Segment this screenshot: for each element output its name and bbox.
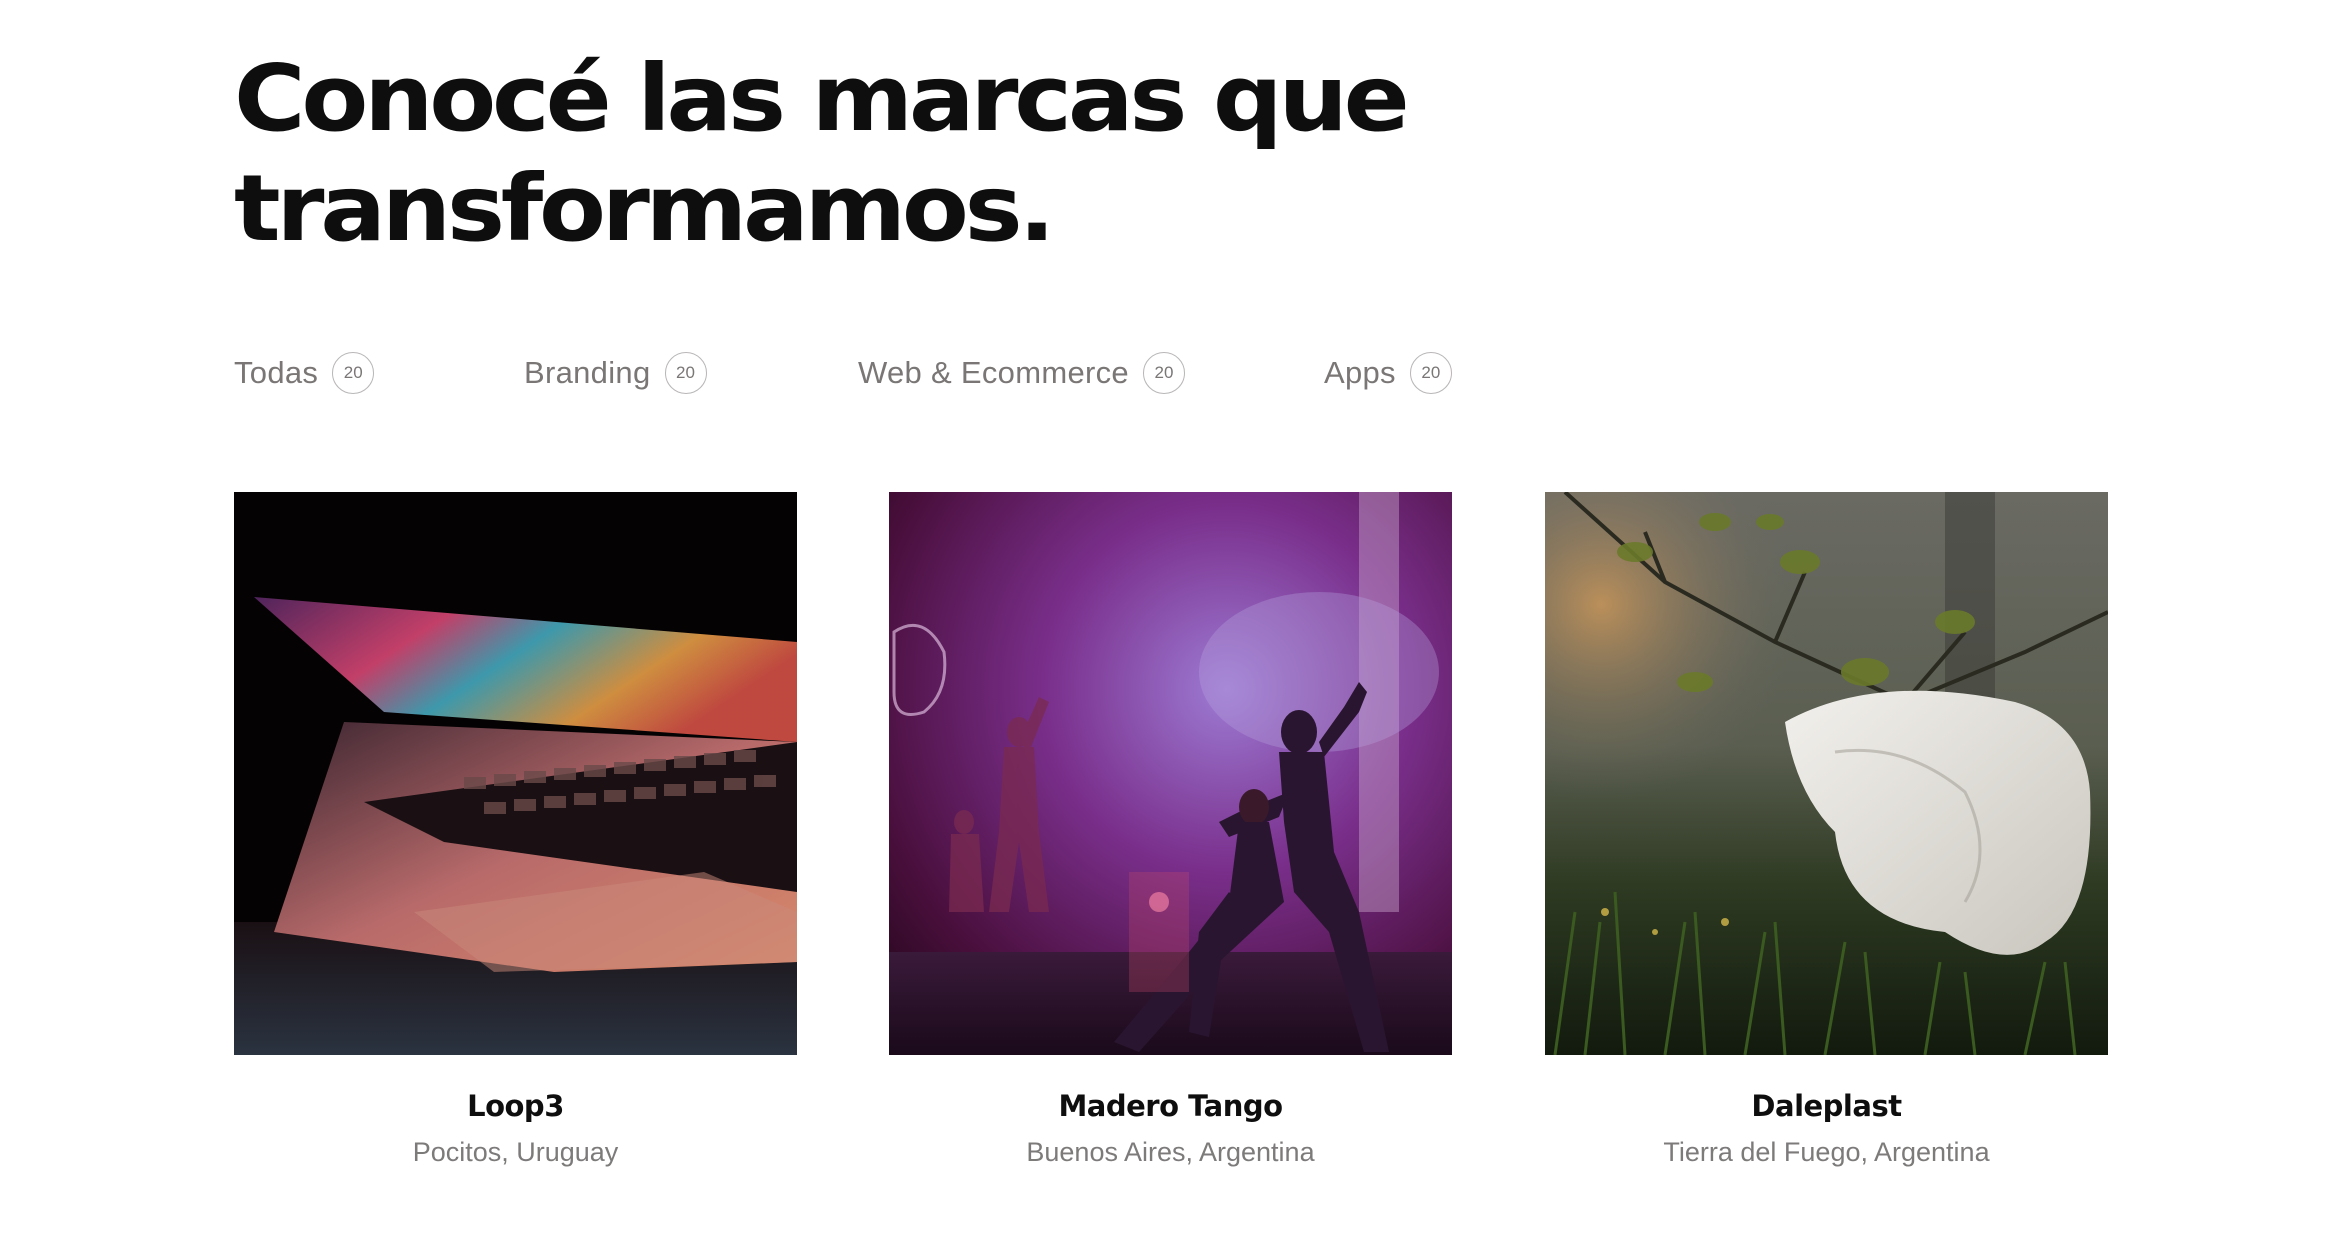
project-name: Loop3 <box>467 1089 564 1123</box>
filter-label: Apps <box>1324 355 1396 390</box>
filter-count-badge: 20 <box>1409 352 1452 394</box>
project-card-loop3[interactable]: Loop3 Pocitos, Uruguay <box>234 492 797 1168</box>
project-card-madero-tango[interactable]: Madero Tango Buenos Aires, Argentina <box>889 492 1452 1168</box>
filter-apps[interactable]: Apps 20 <box>1324 352 1452 394</box>
filter-count-badge: 20 <box>332 352 375 394</box>
project-name: Madero Tango <box>1058 1089 1283 1123</box>
tango-dancers-photo-icon[interactable] <box>889 492 1452 1055</box>
plastic-bag-on-tree-photo-icon[interactable] <box>1545 492 2108 1055</box>
laptop-photo-icon[interactable] <box>234 492 797 1055</box>
filter-label: Web & Ecommerce <box>858 355 1129 390</box>
filter-branding[interactable]: Branding 20 <box>524 352 707 394</box>
filter-count-badge: 20 <box>1142 352 1185 394</box>
project-name: Daleplast <box>1751 1089 1902 1123</box>
project-location: Buenos Aires, Argentina <box>1026 1137 1315 1167</box>
filter-label: Branding <box>524 355 651 390</box>
section-heading: Conocé las marcas que transformamos. <box>234 45 1410 262</box>
category-filters: Todas 20 Branding 20 Web & Ecommerce 20 … <box>234 352 1534 402</box>
project-card-daleplast[interactable]: Daleplast Tierra del Fuego, Argentina <box>1545 492 2108 1168</box>
filter-todas[interactable]: Todas 20 <box>234 352 375 394</box>
filter-count-badge: 20 <box>664 352 707 394</box>
brands-section: Conocé las marcas que transformamos. Tod… <box>0 0 2332 1252</box>
filter-web-ecommerce[interactable]: Web & Ecommerce 20 <box>858 352 1185 394</box>
project-location: Pocitos, Uruguay <box>412 1137 619 1167</box>
filter-label: Todas <box>234 355 319 390</box>
project-location: Tierra del Fuego, Argentina <box>1663 1137 1990 1167</box>
